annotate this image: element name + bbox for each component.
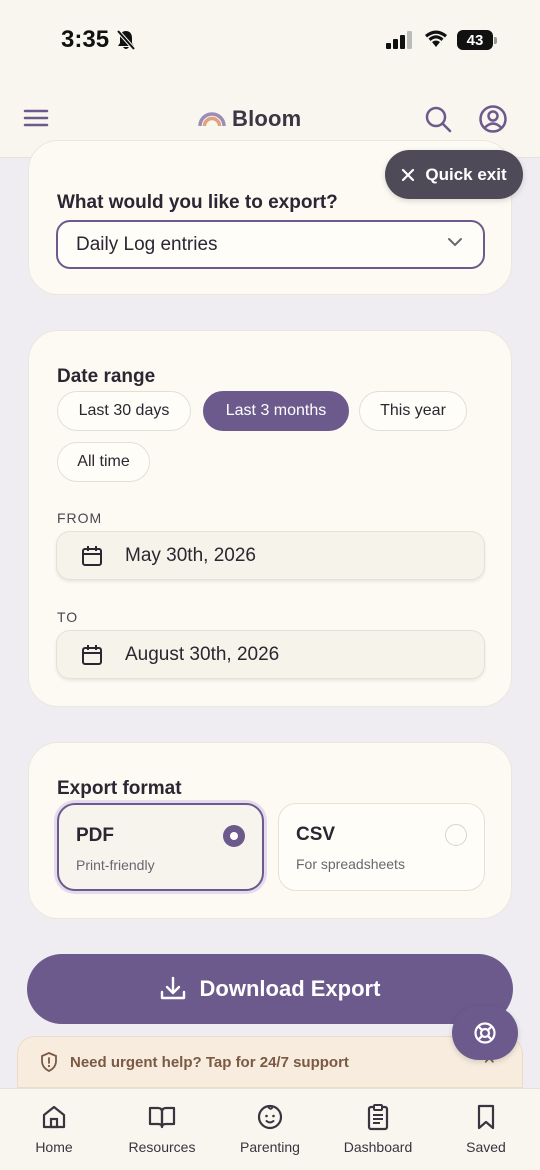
profile-icon[interactable] [478,104,508,134]
nav-item-dashboard[interactable]: Dashboard [328,1103,428,1155]
export-type-value: Daily Log entries [76,233,218,255]
nav-label: Resources [128,1139,196,1155]
close-icon [402,168,415,181]
chip-all-time[interactable]: All time [57,442,150,482]
support-lifebuoy-button[interactable] [452,1006,518,1060]
nav-item-saved[interactable]: Saved [436,1103,536,1155]
date-range-card: Date range Last 30 days Last 3 months Th… [28,330,512,707]
date-range-title: Date range [57,366,156,387]
urgent-help-text: Need urgent help? Tap for 24/7 support [70,1053,349,1071]
battery-level: 43 [466,31,484,49]
baby-face-icon [257,1104,283,1130]
format-option-csv[interactable]: CSV For spreadsheets [278,803,485,891]
nav-item-parenting[interactable]: Parenting [220,1103,320,1155]
menu-icon[interactable] [22,104,50,132]
search-icon[interactable] [423,104,453,134]
status-bar: 3:35 43 [0,0,540,78]
chevron-down-icon [448,238,462,247]
export-question: What would you like to export? [57,192,338,213]
to-label: TO [57,609,79,625]
clipboard-icon [367,1104,389,1131]
quick-exit-label: Quick exit [425,164,507,184]
format-option-title: PDF [76,825,114,846]
format-option-subtitle: For spreadsheets [296,856,405,872]
wifi-icon [425,30,447,47]
radio-unselected[interactable] [445,824,467,846]
chip-last-30-days[interactable]: Last 30 days [57,391,191,431]
export-format-card: Export format PDF Print-friendly CSV For… [28,742,512,919]
calendar-icon [82,546,102,566]
download-export-label: Download Export [199,976,381,1001]
shield-alert-icon [41,1052,57,1072]
brand-name: Bloom [232,106,302,131]
nav-label: Home [35,1139,73,1155]
calendar-icon [82,645,102,665]
radio-selected[interactable] [223,825,245,847]
from-date-value: May 30th, 2026 [125,544,256,566]
format-option-subtitle: Print-friendly [76,857,155,873]
home-icon [42,1105,66,1129]
chip-this-year[interactable]: This year [359,391,467,431]
export-type-select[interactable]: Daily Log entries [56,220,485,269]
nav-label: Dashboard [343,1139,413,1155]
bookmark-icon [477,1104,495,1130]
quick-exit-button[interactable]: Quick exit [385,150,523,199]
status-time: 3:35 [61,26,110,53]
urgent-help-banner[interactable]: Need urgent help? Tap for 24/7 support ✕ [17,1036,523,1088]
export-format-title: Export format [57,778,182,799]
download-export-button[interactable]: Download Export [27,954,513,1024]
chip-last-3-months[interactable]: Last 3 months [203,391,349,431]
format-option-pdf[interactable]: PDF Print-friendly [57,803,264,891]
rainbow-icon [198,112,226,127]
to-date-value: August 30th, 2026 [125,643,280,665]
nav-item-resources[interactable]: Resources [112,1103,212,1155]
from-date-field[interactable]: May 30th, 2026 [56,531,485,580]
download-icon [160,976,185,1000]
nav-label: Saved [466,1139,506,1155]
battery-icon: 43 [457,30,497,50]
format-option-title: CSV [296,824,336,845]
nav-item-home[interactable]: Home [4,1103,104,1155]
bell-muted-icon [116,29,136,51]
book-icon [148,1106,176,1129]
nav-label: Parenting [240,1139,300,1155]
bottom-nav: Home Resources Parenting Dashboard Saved [0,1088,540,1170]
to-date-field[interactable]: August 30th, 2026 [56,630,485,679]
brand-logo: Bloom [198,106,301,132]
lifebuoy-icon [474,1022,496,1044]
signal-icon [386,31,412,49]
from-label: FROM [57,510,103,526]
